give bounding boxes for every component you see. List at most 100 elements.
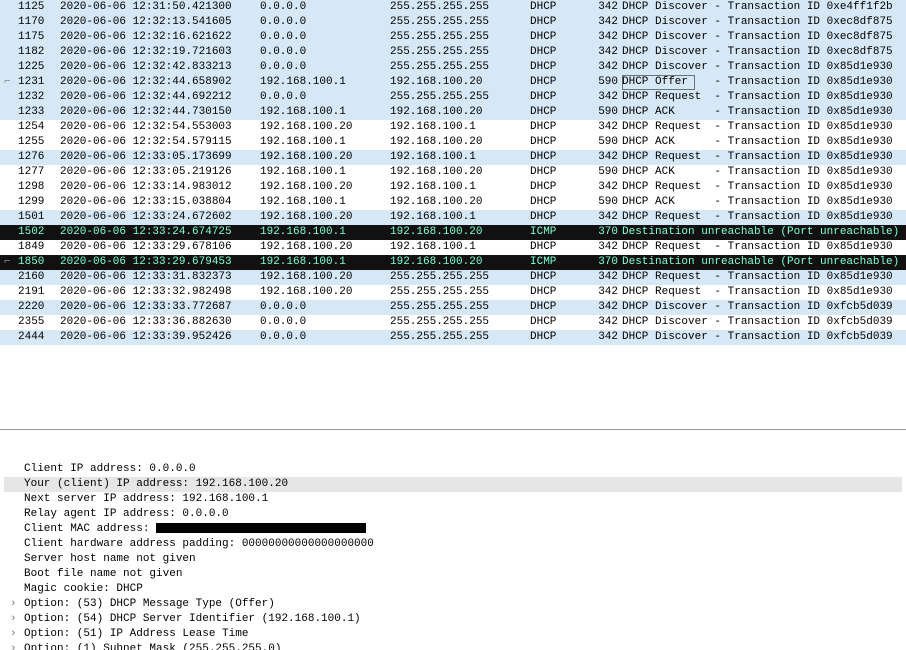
detail-opt-54[interactable]: ›Option: (54) DHCP Server Identifier (19… — [4, 612, 902, 627]
packet-no: 1233 — [18, 105, 60, 120]
packet-protocol: DHCP — [530, 180, 588, 195]
packet-info: DHCP Discover - Transaction ID 0xec8df87… — [622, 45, 906, 60]
packet-info: DHCP Discover - Transaction ID 0xfcb5d03… — [622, 315, 906, 330]
detail-server-host: Server host name not given — [4, 552, 902, 567]
packet-row[interactable]: 12992020-06-06 12:33:15.038804192.168.10… — [0, 195, 906, 210]
packet-length: 342 — [588, 90, 622, 105]
packet-info: DHCP Request - Transaction ID 0x85d1e930 — [622, 270, 906, 285]
packet-protocol: DHCP — [530, 315, 588, 330]
packet-protocol: ICMP — [530, 225, 588, 240]
packet-protocol: DHCP — [530, 105, 588, 120]
packet-time: 2020-06-06 12:33:05.219126 — [60, 165, 260, 180]
packet-time: 2020-06-06 12:33:29.678106 — [60, 240, 260, 255]
detail-relay-agent: Relay agent IP address: 0.0.0.0 — [4, 507, 902, 522]
packet-row[interactable]: 21912020-06-06 12:33:32.982498192.168.10… — [0, 285, 906, 300]
packet-row[interactable]: 12322020-06-06 12:32:44.6922120.0.0.0255… — [0, 90, 906, 105]
packet-row[interactable]: 11822020-06-06 12:32:19.7216030.0.0.0255… — [0, 45, 906, 60]
packet-row[interactable]: ⌐18502020-06-06 12:33:29.679453192.168.1… — [0, 255, 906, 270]
packet-row[interactable]: 12762020-06-06 12:33:05.173699192.168.10… — [0, 150, 906, 165]
packet-row[interactable]: 22202020-06-06 12:33:33.7726870.0.0.0255… — [0, 300, 906, 315]
packet-source: 192.168.100.1 — [260, 225, 390, 240]
packet-row[interactable]: ⌐12312020-06-06 12:32:44.658902192.168.1… — [0, 75, 906, 90]
packet-destination: 192.168.100.1 — [390, 180, 530, 195]
packet-destination: 192.168.100.20 — [390, 135, 530, 150]
packet-length: 342 — [588, 315, 622, 330]
packet-row[interactable]: 15012020-06-06 12:33:24.672602192.168.10… — [0, 210, 906, 225]
packet-source: 192.168.100.1 — [260, 135, 390, 150]
packet-no: 1255 — [18, 135, 60, 150]
packet-no: 1850 — [18, 255, 60, 270]
packet-no: 1299 — [18, 195, 60, 210]
packet-length: 342 — [588, 45, 622, 60]
packet-time: 2020-06-06 12:32:16.621622 — [60, 30, 260, 45]
packet-protocol: DHCP — [530, 165, 588, 180]
packet-length: 342 — [588, 180, 622, 195]
packet-destination: 255.255.255.255 — [390, 30, 530, 45]
packet-row[interactable]: 24442020-06-06 12:33:39.9524260.0.0.0255… — [0, 330, 906, 345]
packet-destination: 192.168.100.20 — [390, 105, 530, 120]
packet-source: 0.0.0.0 — [260, 300, 390, 315]
packet-no: 1182 — [18, 45, 60, 60]
packet-source: 192.168.100.1 — [260, 255, 390, 270]
packet-protocol: DHCP — [530, 195, 588, 210]
packet-time: 2020-06-06 12:32:44.730150 — [60, 105, 260, 120]
packet-destination: 255.255.255.255 — [390, 315, 530, 330]
packet-row[interactable]: 12252020-06-06 12:32:42.8332130.0.0.0255… — [0, 60, 906, 75]
packet-time: 2020-06-06 12:31:50.421300 — [60, 0, 260, 15]
packet-protocol: DHCP — [530, 210, 588, 225]
packet-row[interactable]: 21602020-06-06 12:33:31.832373192.168.10… — [0, 270, 906, 285]
packet-info: DHCP Request - Transaction ID 0x85d1e930 — [622, 285, 906, 300]
packet-row[interactable]: 12552020-06-06 12:32:54.579115192.168.10… — [0, 135, 906, 150]
packet-row[interactable]: 15022020-06-06 12:33:24.674725192.168.10… — [0, 225, 906, 240]
detail-your-ip[interactable]: Your (client) IP address: 192.168.100.20 — [4, 477, 902, 492]
packet-info: DHCP Request - Transaction ID 0x85d1e930 — [622, 90, 906, 105]
caret-icon: › — [10, 627, 17, 642]
packet-length: 342 — [588, 120, 622, 135]
packet-source: 0.0.0.0 — [260, 90, 390, 105]
packet-row[interactable]: 12332020-06-06 12:32:44.730150 192.168.10… — [0, 105, 906, 120]
detail-opt-1[interactable]: ›Option: (1) Subnet Mask (255.255.255.0) — [4, 642, 902, 650]
packet-no: 1276 — [18, 150, 60, 165]
packet-no: 1175 — [18, 30, 60, 45]
packet-row[interactable]: 12542020-06-06 12:32:54.553003192.168.10… — [0, 120, 906, 135]
packet-time: 2020-06-06 12:33:31.832373 — [60, 270, 260, 285]
row-marker-icon — [4, 60, 18, 75]
packet-row[interactable]: 18492020-06-06 12:33:29.678106192.168.10… — [0, 240, 906, 255]
packet-info: DHCP Request - Transaction ID 0x85d1e930 — [622, 210, 906, 225]
packet-destination: 255.255.255.255 — [390, 270, 530, 285]
packet-info: DHCP ACK - Transaction ID 0x85d1e930 — [622, 165, 906, 180]
packet-info: DHCP Request - Transaction ID 0x85d1e930 — [622, 150, 906, 165]
packet-row[interactable]: 12982020-06-06 12:33:14.983012192.168.10… — [0, 180, 906, 195]
packet-destination: 255.255.255.255 — [390, 15, 530, 30]
packet-time: 2020-06-06 12:33:33.772687 — [60, 300, 260, 315]
packet-info: Destination unreachable (Port unreachabl… — [622, 255, 906, 270]
packet-row[interactable]: 11752020-06-06 12:32:16.6216220.0.0.0255… — [0, 30, 906, 45]
packet-length: 590 — [588, 75, 622, 90]
packet-time: 2020-06-06 12:33:24.674725 — [60, 225, 260, 240]
packet-source: 192.168.100.20 — [260, 270, 390, 285]
packet-no: 1254 — [18, 120, 60, 135]
packet-row[interactable]: 12772020-06-06 12:33:05.219126192.168.10… — [0, 165, 906, 180]
row-marker-icon — [4, 120, 18, 135]
row-marker-icon — [4, 30, 18, 45]
packet-row[interactable]: 11702020-06-06 12:32:13.5416050.0.0.0255… — [0, 15, 906, 30]
row-marker-icon: ⌐ — [4, 75, 18, 90]
detail-opt-51[interactable]: ›Option: (51) IP Address Lease Time — [4, 627, 902, 642]
row-marker-icon: ⌐ — [4, 255, 18, 270]
packet-row[interactable]: 23552020-06-06 12:33:36.8826300.0.0.0255… — [0, 315, 906, 330]
packet-length: 590 — [588, 105, 622, 120]
packet-row[interactable]: 11252020-06-06 12:31:50.4213000.0.0.0255… — [0, 0, 906, 15]
packet-time: 2020-06-06 12:32:54.553003 — [60, 120, 260, 135]
packet-length: 342 — [588, 300, 622, 315]
packet-info: DHCP Discover - Transaction ID 0xec8df87… — [622, 15, 906, 30]
packet-source: 192.168.100.20 — [260, 240, 390, 255]
packet-info: Destination unreachable (Port unreachabl… — [622, 225, 906, 240]
packet-info: DHCP Request - Transaction ID 0x85d1e930 — [622, 180, 906, 195]
packet-details[interactable]: Client IP address: 0.0.0.0 Your (client)… — [0, 452, 906, 650]
packet-time: 2020-06-06 12:33:15.038804 — [60, 195, 260, 210]
detail-opt-53[interactable]: ›Option: (53) DHCP Message Type (Offer) — [4, 597, 902, 612]
packet-list[interactable]: 11252020-06-06 12:31:50.4213000.0.0.0255… — [0, 0, 906, 430]
packet-protocol: DHCP — [530, 135, 588, 150]
packet-protocol: DHCP — [530, 330, 588, 345]
detail-boot-file: Boot file name not given — [4, 567, 902, 582]
